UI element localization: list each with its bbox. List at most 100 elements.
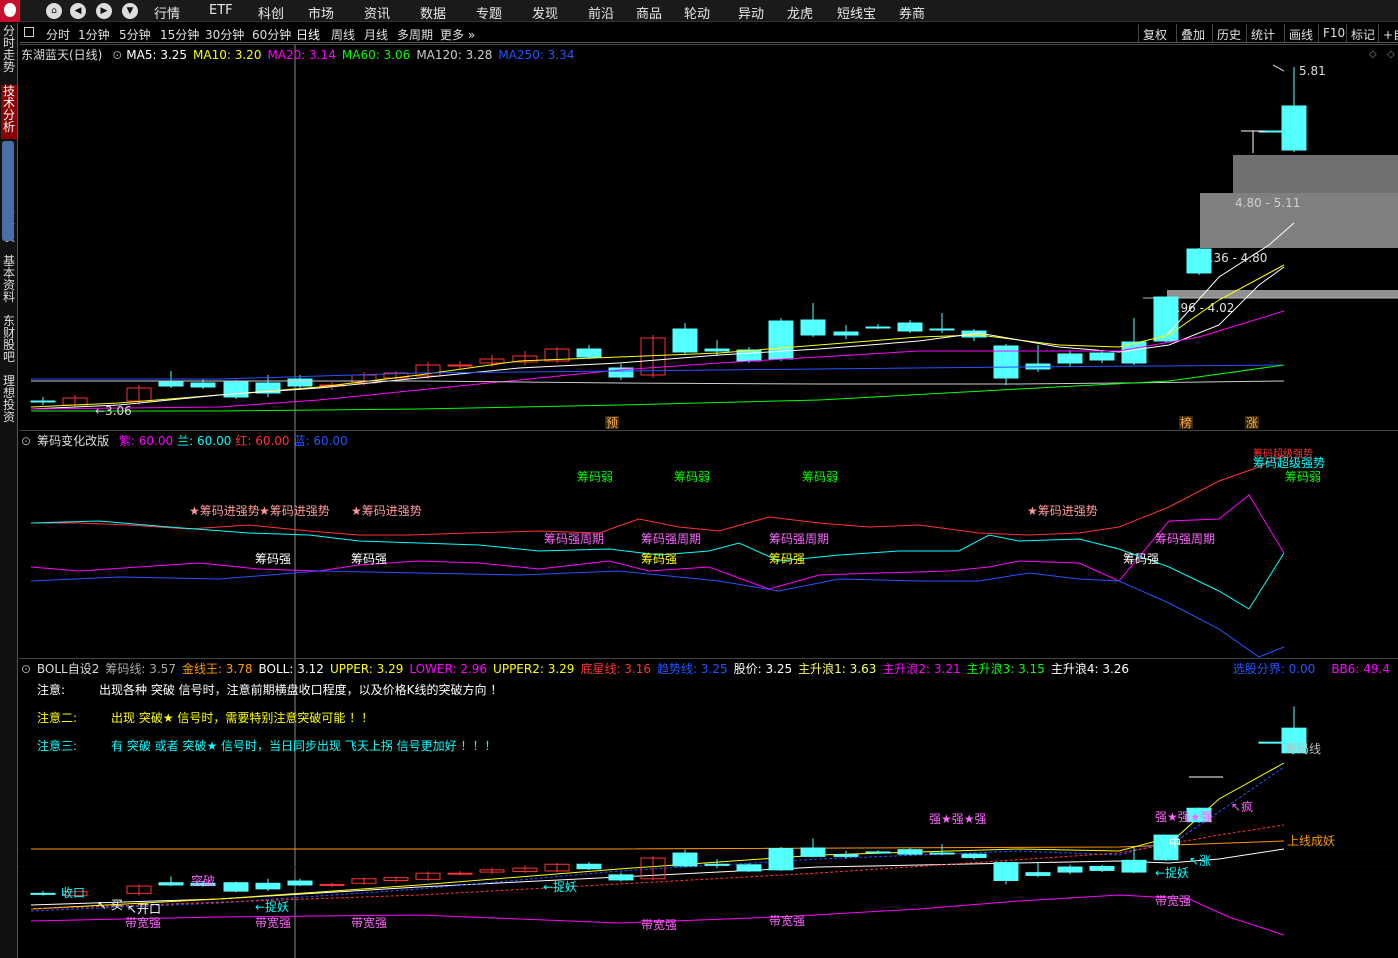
nav-item-10[interactable]: 商品 <box>636 3 662 22</box>
candle <box>833 331 859 336</box>
boll-candle <box>287 880 313 886</box>
chip-weak-label-3: 筹码弱 <box>802 470 838 484</box>
chip-param-4: 蓝: 60.00 <box>293 434 348 448</box>
collapse-icon[interactable]: ⊙ <box>21 434 31 448</box>
period-tab-9[interactable]: 月线 <box>364 26 388 43</box>
nav-item-1[interactable]: 行情 <box>154 3 180 22</box>
mid-label: 中 <box>1169 835 1181 850</box>
toolbar-right-item-3[interactable]: 历史 <box>1212 24 1245 42</box>
period-tab-1[interactable]: 分时 <box>46 26 70 43</box>
boll-param-8: 底星线: 3.16 <box>580 662 652 676</box>
toolbar-right-item-6[interactable]: F10 <box>1318 24 1349 42</box>
wide-strong-label-1: 带宽强 <box>125 915 161 930</box>
candle <box>447 364 473 367</box>
nav-item-11[interactable]: 轮动 <box>684 3 710 22</box>
period-tab-11[interactable]: 更多 » <box>440 26 475 43</box>
nav-item-4[interactable]: 市场 <box>308 3 334 22</box>
sidebar-tab-4[interactable]: 基本资料 <box>1 255 17 311</box>
nav-item-9[interactable]: 前沿 <box>588 3 614 22</box>
boll-candle <box>1258 741 1284 744</box>
nav-item-12[interactable]: 异动 <box>738 3 764 22</box>
forward-icon[interactable]: ▶ <box>96 3 112 19</box>
boll-candle <box>1121 859 1147 873</box>
boll-candle <box>30 892 56 895</box>
nav-item-3[interactable]: 科创 <box>258 3 284 22</box>
toolbar-right-item-4[interactable]: 统计 <box>1246 24 1279 42</box>
period-tab-8[interactable]: 周线 <box>331 26 355 43</box>
app-logo[interactable] <box>0 0 20 22</box>
nav-item-7[interactable]: 专题 <box>476 3 502 22</box>
note-label-1: 注意: <box>37 683 66 697</box>
collapse-icon[interactable]: ⊙ <box>21 662 31 676</box>
zone-label-1: 4.80 - 5.11 <box>1235 196 1300 210</box>
nav-item-2[interactable]: ETF <box>209 3 233 18</box>
chip-change-chart[interactable]: 筹码弱 筹码弱 筹码弱 筹码弱★筹码进强势 ★筹码进强势 ★筹码进强势 ★筹码进强势筹码强筹… <box>19 431 1398 659</box>
boll-candle <box>929 852 955 855</box>
chip-indicator-title: 筹码变化改版 <box>37 434 110 448</box>
candle <box>1089 352 1115 361</box>
wide-strong-label-6: 带宽强 <box>1155 893 1191 908</box>
period-tab-2[interactable]: 1分钟 <box>78 26 110 43</box>
candle <box>672 328 698 353</box>
kline-chart[interactable]: 4.80 - 5.11 4.36 - 4.80 3.96 - 4.02 5.81 ←3.… <box>19 45 1398 431</box>
period-tab-6[interactable]: 60分钟 <box>252 26 291 43</box>
kline-panel[interactable]: 4.80 - 5.11 4.36 - 4.80 3.96 - 4.02 5.81 ←3.… <box>19 44 1398 431</box>
sidebar-tab-1[interactable]: 分时走势 <box>1 25 17 77</box>
chip-strong-cycle-label-1: 筹码强周期 <box>544 532 604 546</box>
boll-right-param-2: BB6: 49.4 <box>1331 662 1390 676</box>
nav-item-13[interactable]: 龙虎 <box>787 3 813 22</box>
toolbar-right-item-1[interactable]: 复权 <box>1138 24 1171 42</box>
ma-label-4: MA60: 3.06 <box>341 48 411 62</box>
period-tab-4[interactable]: 15分钟 <box>160 26 199 43</box>
boll-panel[interactable]: 筹码线 上线成妖 收口 ↖ 买 ↖开口 突破 ←捉妖 ←捉妖 ←捉妖 带宽强 带宽强 带宽强 带宽强 带宽… <box>19 658 1398 958</box>
sidebar-scroll-thumb[interactable] <box>2 141 14 241</box>
back-icon[interactable]: ◀ <box>70 3 86 19</box>
toolbar-right-item-7[interactable]: 标记 <box>1346 24 1379 42</box>
candle <box>1186 248 1212 274</box>
boll-param-5: UPPER: 3.29 <box>329 662 404 676</box>
period-tab-3[interactable]: 5分钟 <box>119 26 151 43</box>
chip-blue-line <box>30 570 1285 658</box>
ma-label-2: MA10: 3.20 <box>193 48 262 62</box>
period-tab-5[interactable]: 30分钟 <box>205 26 244 43</box>
low-price-label: ←3.06 <box>95 404 132 418</box>
home-icon[interactable]: ⌂ <box>46 3 62 19</box>
nav-item-6[interactable]: 数据 <box>420 3 446 22</box>
dropdown-icon[interactable]: ▼ <box>122 3 138 19</box>
boll-chart[interactable]: 筹码线上线成妖收口↖ 买 ↖开口突破←捉妖←捉妖←捉妖带宽强 带宽强 带宽强 带宽强 带宽… <box>19 659 1398 958</box>
break-signal-label: 突破 <box>191 873 215 888</box>
nav-item-14[interactable]: 短线宝 <box>837 3 876 22</box>
boll-candle <box>608 874 634 881</box>
boll-candle <box>833 854 859 857</box>
nav-item-8[interactable]: 发现 <box>532 3 558 22</box>
toolbar-right-item-8[interactable]: +自 <box>1378 24 1398 42</box>
note-label-2: 注意二: <box>37 711 78 725</box>
period-tab-10[interactable]: 多周期 <box>397 26 433 43</box>
sidebar-tab-2[interactable]: 技术分析 <box>1 85 17 139</box>
sidebar-tab-6[interactable]: 理想投资 <box>1 375 17 425</box>
candle <box>929 328 955 331</box>
wide-strong-label-5: 带宽强 <box>769 913 805 928</box>
wide-strong-label-3: 带宽强 <box>351 915 387 930</box>
close-mouth-label: 收口 <box>61 886 85 900</box>
period-tab-7[interactable]: 日线 <box>296 26 320 43</box>
chip-strong-cycle-label-4: 筹码强周期 <box>1155 532 1215 546</box>
chip-change-panel[interactable]: 筹码弱 筹码弱 筹码弱 筹码弱 ★筹码进强势 ★筹码进强势 ★筹码进强势 ★筹码进强势 筹码强筹… <box>19 430 1398 659</box>
toolbar-right-item-5[interactable]: 画线 <box>1284 24 1317 42</box>
toolbar-right-item-2[interactable]: 叠加 <box>1176 24 1209 42</box>
chip-weak-label-2: 筹码弱 <box>674 470 710 484</box>
boll-candle <box>736 864 762 872</box>
ma-toggle-icon[interactable]: ⊙ <box>112 48 122 62</box>
period-toolbar: 分时 1分钟 5分钟 15分钟 30分钟 60分钟 日线 周线 月线 多周期 更多 » 复权 叠加 历史… <box>20 23 1398 43</box>
chip-into-strong-label-2: ★筹码进强势 <box>259 504 330 518</box>
sidebar-tab-5[interactable]: 东财股吧 <box>1 315 17 369</box>
boll-right-param-1: 选股分界: 0.00 <box>1232 662 1316 676</box>
nav-item-5[interactable]: 资讯 <box>364 3 390 22</box>
ma-label-6: MA250: 3.34 <box>498 48 575 62</box>
boll-candle <box>223 882 249 892</box>
gold-line <box>31 840 1285 850</box>
layout-toggle-icon[interactable] <box>24 27 34 37</box>
candle <box>704 348 730 352</box>
nav-item-15[interactable]: 券商 <box>899 3 925 22</box>
boll-candle <box>704 863 730 866</box>
